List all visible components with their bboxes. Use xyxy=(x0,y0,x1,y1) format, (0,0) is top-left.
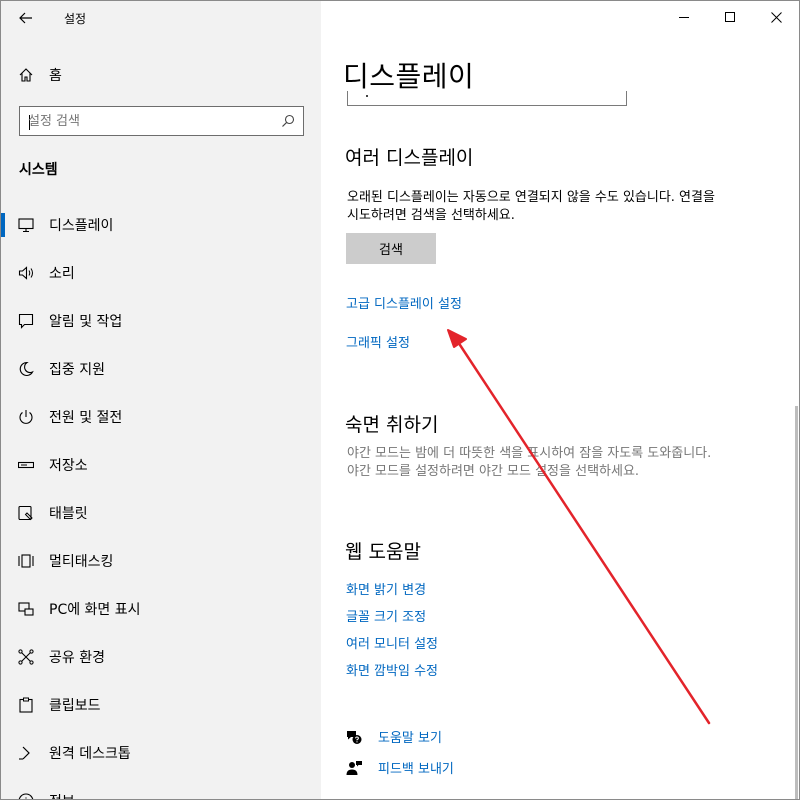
sidebar-item-display[interactable]: 디스플레이 xyxy=(1,205,321,245)
description-line: 시도하려면 검색을 선택하세요. xyxy=(347,208,515,223)
detect-button[interactable]: 검색 xyxy=(346,233,436,264)
sidebar-item-storage[interactable]: 저장소 xyxy=(1,445,321,485)
search-icon[interactable] xyxy=(281,114,295,128)
sidebar-item-clipboard[interactable]: 클립보드 xyxy=(1,685,321,725)
back-arrow-icon xyxy=(19,12,32,24)
moon-icon xyxy=(19,361,34,376)
notification-icon xyxy=(18,313,34,329)
sidebar-item-label: 클립보드 xyxy=(49,698,101,714)
graphics-settings-link[interactable]: 그래픽 설정 xyxy=(346,332,410,351)
web-help-link-font-size[interactable]: 글꼴 크기 조정 xyxy=(346,606,426,625)
power-icon xyxy=(19,410,33,424)
web-help-link-screen-flicker[interactable]: 화면 깜박임 수정 xyxy=(346,660,438,679)
clipboard-icon xyxy=(19,697,33,713)
dropdown-value-fragment xyxy=(366,95,368,97)
web-help-link-brightness[interactable]: 화면 밝기 변경 xyxy=(346,579,426,598)
sidebar-item-power[interactable]: 전원 및 절전 xyxy=(1,397,321,437)
sidebar-item-label: 디스플레이 xyxy=(49,218,114,234)
home-label: 홈 xyxy=(49,68,62,84)
maximize-button[interactable] xyxy=(707,1,753,33)
sidebar-item-label: 태블릿 xyxy=(49,506,88,522)
sidebar-item-remote-desktop[interactable]: 원격 데스크톱 xyxy=(1,733,321,773)
sleep-better-description: 야간 모드는 밤에 더 따뜻한 색을 표시하여 잠을 자도록 도와줍니다. 야간… xyxy=(347,445,787,481)
speaker-icon xyxy=(18,266,33,280)
description-line: 야간 모드는 밤에 더 따뜻한 색을 표시하여 잠을 자도록 도와줍니다. xyxy=(347,446,712,461)
project-icon xyxy=(18,602,34,616)
get-help-icon xyxy=(347,731,362,744)
web-help-heading: 웹 도움말 xyxy=(345,541,421,563)
multitasking-icon xyxy=(18,554,34,568)
sidebar-item-tablet[interactable]: 태블릿 xyxy=(1,493,321,533)
maximize-icon xyxy=(725,12,735,22)
sidebar-item-label: 집중 지원 xyxy=(49,362,105,378)
description-line: 오래된 디스플레이는 자동으로 연결되지 않을 수도 있습니다. 연결을 xyxy=(347,190,715,205)
minimize-button[interactable] xyxy=(661,1,707,33)
sidebar-item-label: 원격 데스크톱 xyxy=(49,746,131,762)
sidebar-item-multitasking[interactable]: 멀티태스킹 xyxy=(1,541,321,581)
advanced-display-settings-link[interactable]: 고급 디스플레이 설정 xyxy=(346,293,462,312)
sidebar-item-about[interactable]: 정보 xyxy=(1,781,321,799)
sidebar-item-project[interactable]: PC에 화면 표시 xyxy=(1,589,321,629)
back-button[interactable] xyxy=(10,3,42,33)
search-input[interactable] xyxy=(28,112,278,130)
shared-experiences-icon xyxy=(18,649,34,665)
scrolled-dropdown-edge[interactable] xyxy=(347,91,627,106)
web-help-link-multiple-monitors[interactable]: 여러 모니터 설정 xyxy=(346,633,438,652)
sidebar-item-label: PC에 화면 표시 xyxy=(49,602,141,618)
sidebar-item-label: 정보 xyxy=(49,791,75,799)
sidebar-item-notifications[interactable]: 알림 및 작업 xyxy=(1,301,321,341)
multiple-displays-description: 오래된 디스플레이는 자동으로 연결되지 않을 수도 있습니다. 연결을 시도하… xyxy=(347,189,787,225)
close-button[interactable] xyxy=(753,1,799,33)
scrollbar-thumb[interactable] xyxy=(795,406,798,799)
page-title: 디스플레이 xyxy=(343,60,475,93)
home-icon xyxy=(19,68,33,82)
window-title: 설정 xyxy=(64,12,87,26)
tablet-icon xyxy=(18,505,33,521)
sidebar-item-label: 멀티태스킹 xyxy=(49,554,114,570)
close-icon xyxy=(770,11,782,23)
selection-indicator xyxy=(1,213,5,237)
storage-icon xyxy=(18,461,34,469)
multiple-displays-heading: 여러 디스플레이 xyxy=(345,147,474,169)
sidebar-item-focus-assist[interactable]: 집중 지원 xyxy=(1,349,321,389)
sidebar-item-label: 공유 환경 xyxy=(49,650,105,666)
minimize-icon xyxy=(679,17,689,18)
sidebar-item-shared-experiences[interactable]: 공유 환경 xyxy=(1,637,321,677)
sleep-better-heading: 숙면 취하기 xyxy=(345,414,439,436)
description-line: 야간 모드를 설정하려면 야간 모드 설정을 선택하세요. xyxy=(347,464,640,479)
sidebar-item-label: 전원 및 절전 xyxy=(49,410,123,426)
monitor-icon xyxy=(18,218,34,233)
section-title: 시스템 xyxy=(19,162,58,178)
settings-window: 설정 홈 시스템 디스플레이 xyxy=(0,0,800,800)
give-feedback-label: 피드백 보내기 xyxy=(378,762,454,777)
home-nav-item[interactable]: 홈 xyxy=(1,59,321,91)
get-help-label: 도움말 보기 xyxy=(378,731,442,746)
sidebar-item-label: 알림 및 작업 xyxy=(49,314,123,330)
sidebar-item-sound[interactable]: 소리 xyxy=(1,253,321,293)
search-box[interactable] xyxy=(19,106,304,136)
remote-desktop-icon xyxy=(19,746,30,760)
feedback-icon xyxy=(346,761,362,775)
main-content[interactable]: 디스플레이 여러 디스플레이 오래된 디스플레이는 자동으로 연결되지 않을 수… xyxy=(321,1,799,799)
sidebar: 설정 홈 시스템 디스플레이 xyxy=(1,1,321,799)
info-icon xyxy=(18,793,34,799)
sidebar-item-label: 소리 xyxy=(49,266,75,282)
sidebar-item-label: 저장소 xyxy=(49,458,88,474)
